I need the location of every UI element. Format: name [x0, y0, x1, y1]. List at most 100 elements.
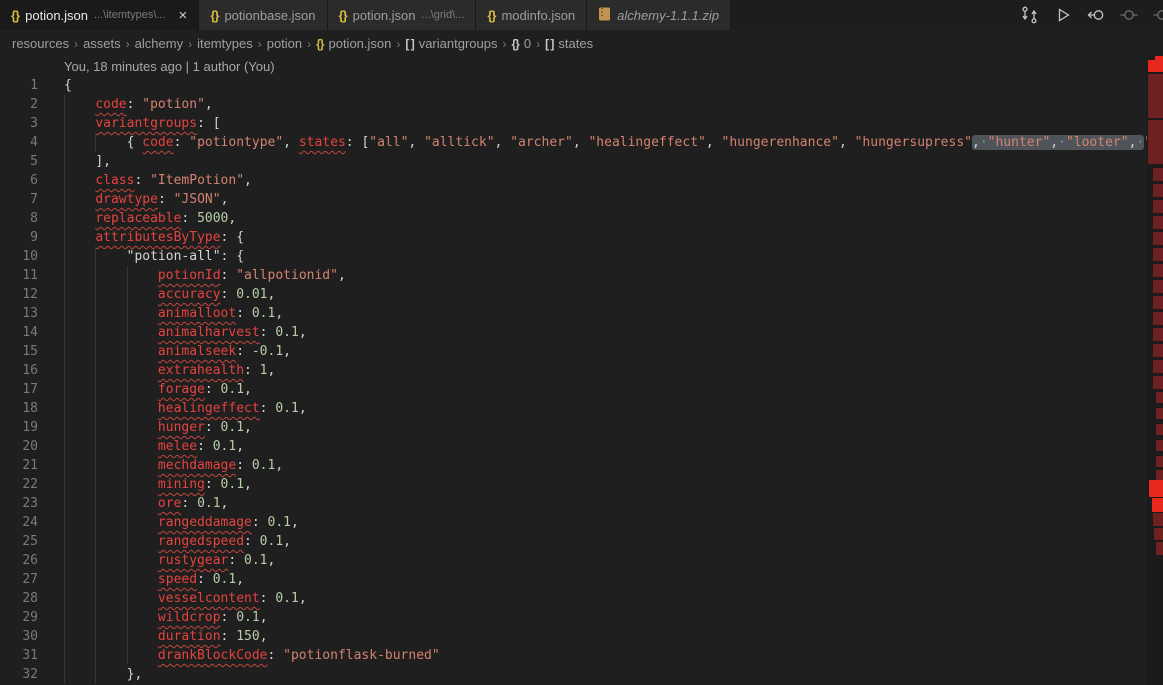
code-area[interactable]: You, 18 minutes ago | 1 author (You)1{2 … [0, 57, 1147, 685]
line-text: attributesByType: { [64, 228, 244, 247]
line-number[interactable]: 18 [0, 399, 38, 418]
overview-ruler-mark [1153, 513, 1163, 526]
compare-changes-icon[interactable] [1020, 5, 1040, 25]
line-number[interactable]: 32 [0, 665, 38, 684]
breadcrumb-item-assets[interactable]: assets [83, 36, 121, 51]
line-number[interactable]: 14 [0, 323, 38, 342]
token-p: , [221, 192, 229, 207]
tab-potion-json[interactable]: {}potion.json...\itemtypes\...× [0, 0, 199, 30]
breadcrumb-item-0[interactable]: {}0 [511, 36, 531, 51]
line-number[interactable]: 10 [0, 247, 38, 266]
token-p: : [181, 211, 197, 226]
annotate-arrow-icon[interactable] [1086, 5, 1106, 25]
line-number[interactable]: 7 [0, 190, 38, 209]
code-line: 10 "potion-all": { [0, 247, 1147, 266]
token-k: duration [158, 629, 221, 644]
line-number[interactable]: 1 [0, 76, 38, 95]
line-number[interactable]: 4 [0, 133, 38, 152]
line-text: extrahealth: 1, [64, 361, 275, 380]
line-number[interactable]: 22 [0, 475, 38, 494]
close-icon[interactable]: × [179, 8, 188, 23]
token-p: : [205, 477, 221, 492]
git-blame-annotation[interactable]: You, 18 minutes ago | 1 author (You) [64, 57, 275, 76]
line-number[interactable]: 16 [0, 361, 38, 380]
tab-potionbase-json[interactable]: {}potionbase.json [199, 0, 327, 30]
tab-potion-json[interactable]: {}potion.json...\grid\... [328, 0, 477, 30]
overview-ruler-mark [1153, 360, 1163, 373]
breadcrumb-item-alchemy[interactable]: alchemy [135, 36, 183, 51]
token-p: : [228, 553, 244, 568]
line-number[interactable]: 29 [0, 608, 38, 627]
line-number[interactable]: 15 [0, 342, 38, 361]
code-line: 13 animalloot: 0.1, [0, 304, 1147, 323]
line-number[interactable]: 6 [0, 171, 38, 190]
token-p: , [299, 401, 307, 416]
token-p: , [244, 420, 252, 435]
line-text: wildcrop: 0.1, [64, 608, 268, 627]
token-k: class [95, 173, 134, 188]
code-line: 27 speed: 0.1, [0, 570, 1147, 589]
overview-ruler[interactable] [1147, 57, 1163, 685]
breadcrumb-item-resources[interactable]: resources [12, 36, 69, 51]
symbol-object-icon: {} [316, 37, 323, 51]
breadcrumb-item-potion[interactable]: potion [267, 36, 302, 51]
blame-row: You, 18 minutes ago | 1 author (You) [0, 57, 1147, 76]
line-number[interactable]: 5 [0, 152, 38, 171]
line-number[interactable]: 21 [0, 456, 38, 475]
line-number[interactable]: 13 [0, 304, 38, 323]
line-number[interactable]: 2 [0, 95, 38, 114]
line-number[interactable]: 12 [0, 285, 38, 304]
run-icon[interactable] [1053, 5, 1073, 25]
breadcrumb-item-variantgroups[interactable]: [ ]variantgroups [405, 36, 497, 51]
breadcrumb-item-states[interactable]: [ ]states [545, 36, 593, 51]
line-number[interactable]: 27 [0, 570, 38, 589]
token-p: , [228, 211, 236, 226]
token-p: , [299, 591, 307, 606]
line-number[interactable]: 19 [0, 418, 38, 437]
code-line: 17 forage: 0.1, [0, 380, 1147, 399]
breadcrumb-item-itemtypes[interactable]: itemtypes [197, 36, 253, 51]
selected-token: , [1050, 135, 1058, 150]
token-k: potionId [158, 268, 221, 283]
overview-ruler-mark [1153, 328, 1163, 341]
editor-pane[interactable]: You, 18 minutes ago | 1 author (You)1{2 … [0, 57, 1163, 685]
token-n: 0.1 [268, 515, 291, 530]
token-s: "healingeffect" [588, 135, 705, 150]
breadcrumb-label: states [558, 36, 593, 51]
line-number[interactable]: 25 [0, 532, 38, 551]
line-text: duration: 150, [64, 627, 268, 646]
annotation-circle-icon[interactable] [1119, 5, 1139, 25]
token-s: "hungerenhance" [722, 135, 839, 150]
breadcrumb-item-potion-json[interactable]: {}potion.json [316, 36, 391, 51]
tab-alchemy-1-1-1-zip[interactable]: alchemy-1.1.1.zip [587, 0, 731, 30]
line-number[interactable]: 31 [0, 646, 38, 665]
json-file-icon: {} [339, 8, 347, 23]
line-number[interactable]: 3 [0, 114, 38, 133]
line-number[interactable]: 24 [0, 513, 38, 532]
token-n: 0.1 [213, 439, 236, 454]
line-number[interactable]: 28 [0, 589, 38, 608]
token-n: 0.1 [275, 401, 298, 416]
token-p: : [260, 325, 276, 340]
tab-modinfo-json[interactable]: {}modinfo.json [476, 0, 587, 30]
annotation-circle-icon-2[interactable] [1152, 5, 1163, 25]
line-number[interactable]: 17 [0, 380, 38, 399]
token-p: : [205, 420, 221, 435]
line-number[interactable]: 11 [0, 266, 38, 285]
token-p: : [221, 610, 237, 625]
line-text: animalharvest: 0.1, [64, 323, 307, 342]
token-p: , [283, 344, 291, 359]
token-n: 0.1 [252, 458, 275, 473]
token-p: : [134, 173, 150, 188]
line-number[interactable]: 30 [0, 627, 38, 646]
token-p: { [127, 135, 143, 150]
line-number[interactable]: 23 [0, 494, 38, 513]
line-number[interactable]: 9 [0, 228, 38, 247]
token-p: : [221, 287, 237, 302]
token-p: : [127, 97, 143, 112]
line-number[interactable]: 20 [0, 437, 38, 456]
line-number[interactable]: 26 [0, 551, 38, 570]
line-number[interactable]: 8 [0, 209, 38, 228]
token-p: : [197, 572, 213, 587]
token-p: : [181, 496, 197, 511]
